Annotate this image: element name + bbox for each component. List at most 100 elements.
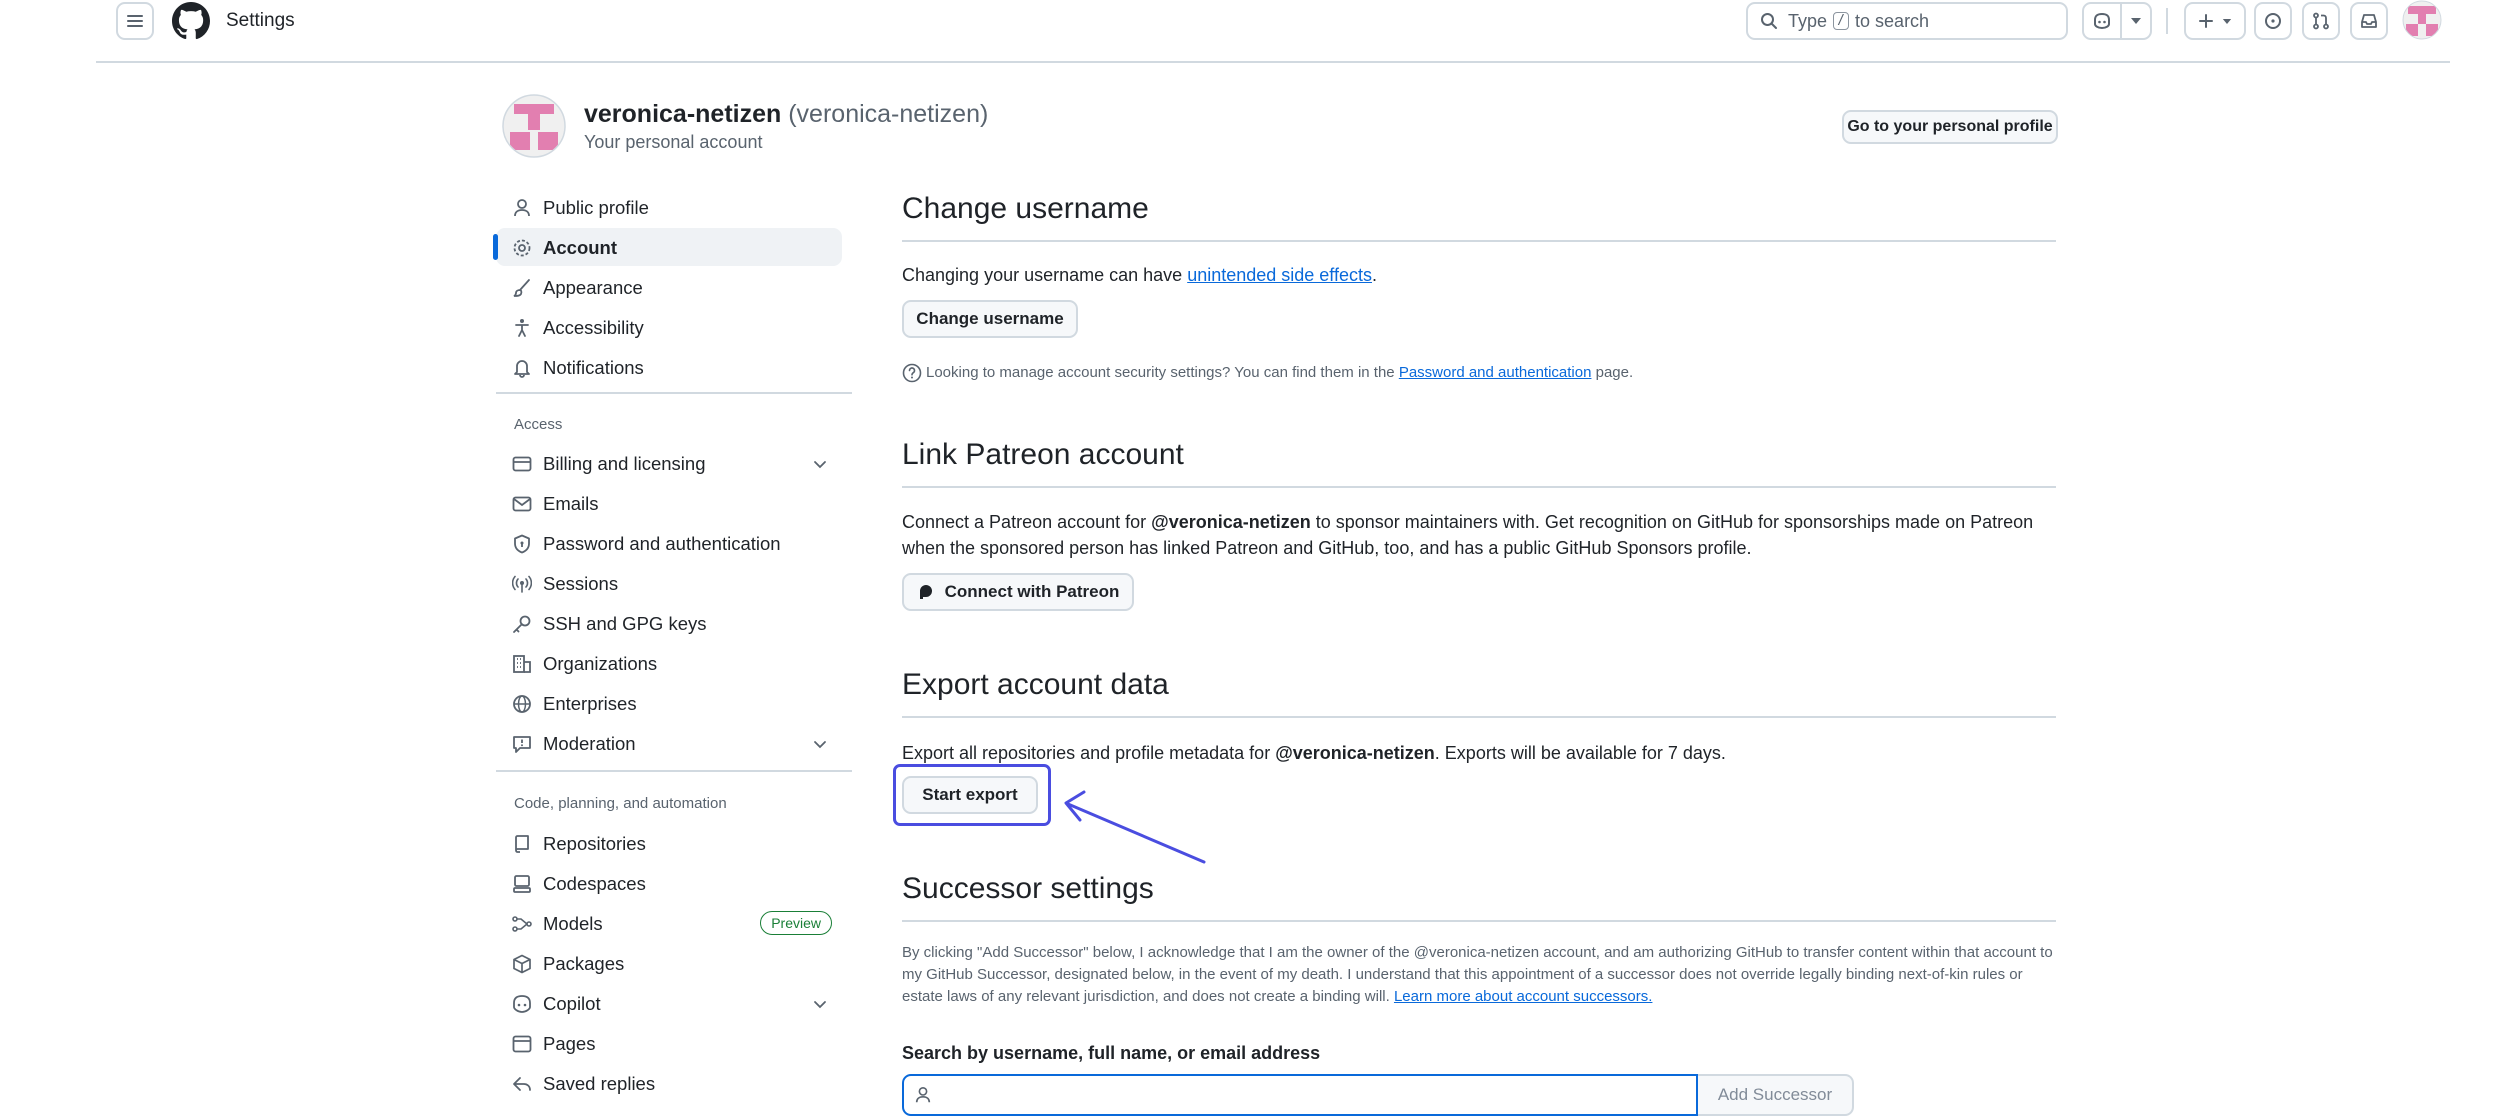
issues-button[interactable] — [2254, 2, 2292, 40]
annotation-highlight-box — [893, 764, 1051, 826]
sidebar-item-password-auth[interactable]: Password and authentication — [496, 524, 842, 562]
header-divider — [2166, 8, 2168, 34]
search-input[interactable]: Type / to search — [1746, 2, 2068, 40]
profile-subtitle: Your personal account — [584, 132, 763, 152]
sidebar-item-public-profile[interactable]: Public profile — [496, 188, 842, 226]
patreon-icon — [919, 585, 932, 599]
triangle-down-icon — [2131, 18, 2141, 24]
security-note: Looking to manage account security setti… — [902, 360, 1633, 386]
sidebar-item-label: Codespaces — [543, 873, 646, 894]
organization-icon — [513, 655, 531, 673]
copilot-button[interactable] — [2082, 2, 2122, 40]
export-handle: @veronica-netizen — [1275, 743, 1435, 763]
chevron-down-icon[interactable] — [812, 456, 828, 472]
git-pull-request-icon — [2313, 12, 2329, 30]
sidebar-item-appearance[interactable]: Appearance — [496, 268, 842, 306]
globe-icon — [513, 695, 531, 713]
github-logo-icon[interactable] — [172, 2, 210, 40]
learn-more-successors-link[interactable]: Learn more about account successors. — [1394, 988, 1652, 1005]
inbox-button[interactable] — [2350, 2, 2388, 40]
section-title-patreon: Link Patreon account — [902, 438, 1184, 471]
sidebar-item-account[interactable]: Account — [493, 228, 842, 266]
hamburger-icon — [127, 15, 143, 27]
patreon-text: Connect a Patreon account for — [902, 512, 1152, 532]
shield-lock-icon — [514, 534, 530, 554]
section-title-change-username: Change username — [902, 192, 1149, 225]
username-text: Changing your username can have — [902, 265, 1188, 285]
profile-username: veronica-netizen — [584, 100, 782, 128]
sidebar-item-models[interactable]: Models Preview — [496, 904, 842, 942]
sidebar-item-pages[interactable]: Pages — [496, 1024, 842, 1062]
sidebar-item-notifications[interactable]: Notifications — [496, 348, 842, 386]
search-shortcut-key: / — [1833, 12, 1850, 30]
reply-icon — [513, 1077, 531, 1091]
search-placeholder-prefix: Type — [1788, 10, 1828, 31]
sidebar-heading-access: Access — [514, 416, 563, 433]
patreon-description: Connect a Patreon account for @veronica-… — [902, 509, 2056, 561]
profile-avatar — [502, 94, 566, 158]
top-header: Settings Type / to search — [96, 0, 2450, 63]
sidebar-divider — [496, 770, 852, 772]
section-divider — [902, 920, 2056, 922]
sidebar-divider — [496, 392, 852, 394]
sidebar-item-emails[interactable]: Emails — [496, 484, 842, 522]
chevron-down-icon[interactable] — [812, 736, 828, 752]
section-title-export: Export account data — [902, 668, 1169, 701]
side-effects-link[interactable]: unintended side effects — [1187, 265, 1372, 285]
user-avatar[interactable] — [2402, 0, 2442, 40]
sidebar-item-label: Moderation — [543, 733, 636, 754]
sidebar-item-accessibility[interactable]: Accessibility — [496, 308, 842, 346]
question-icon — [902, 363, 922, 383]
sidebar-item-organizations[interactable]: Organizations — [496, 644, 842, 682]
password-auth-link[interactable]: Password and authentication — [1399, 360, 1592, 386]
person-icon — [514, 199, 530, 217]
sidebar-item-packages[interactable]: Packages — [496, 944, 842, 982]
header-title[interactable]: Settings — [226, 10, 295, 32]
sidebar-item-label: Organizations — [543, 653, 658, 674]
sidebar-item-label: Sessions — [543, 573, 619, 594]
preview-badge: Preview — [760, 911, 832, 935]
sidebar-item-label: Billing and licensing — [543, 453, 706, 474]
sidebar-item-saved-replies[interactable]: Saved replies — [496, 1064, 842, 1102]
sidebar-item-ssh-gpg[interactable]: SSH and GPG keys — [496, 604, 842, 642]
menu-button[interactable] — [116, 2, 154, 40]
create-new-button[interactable] — [2184, 2, 2246, 40]
username-text-end: . — [1372, 265, 1378, 285]
profile-login: (veronica-netizen) — [788, 100, 989, 128]
sidebar-item-copilot[interactable]: Copilot — [496, 984, 842, 1022]
patreon-handle: @veronica-netizen — [1151, 512, 1311, 532]
section-divider — [902, 240, 2056, 242]
annotation-arrow — [1064, 790, 1206, 864]
sidebar-item-moderation[interactable]: Moderation — [496, 724, 842, 762]
chevron-down-icon[interactable] — [812, 996, 828, 1012]
sidebar-item-label: Repositories — [543, 833, 646, 854]
connect-patreon-button[interactable]: Connect with Patreon — [902, 573, 1134, 611]
export-description: Export all repositories and profile meta… — [902, 740, 1726, 766]
successor-search-label: Search by username, full name, or email … — [902, 1043, 1321, 1063]
sidebar-item-billing[interactable]: Billing and licensing — [496, 444, 842, 482]
security-note-end: page. — [1591, 364, 1634, 381]
section-title-successor: Successor settings — [902, 872, 1154, 905]
copilot-menu-button[interactable] — [2120, 2, 2152, 40]
username-description: Changing your username can have unintend… — [902, 262, 1377, 288]
sidebar-item-label: Enterprises — [543, 693, 637, 714]
pull-requests-button[interactable] — [2302, 2, 2340, 40]
sidebar-item-sessions[interactable]: Sessions — [496, 564, 842, 602]
change-username-button[interactable]: Change username — [902, 300, 1078, 338]
sidebar-item-label: Packages — [543, 953, 625, 974]
connect-patreon-label: Connect with Patreon — [944, 582, 1120, 601]
credit-card-icon — [512, 456, 532, 472]
sidebar-item-codespaces[interactable]: Codespaces — [496, 864, 842, 902]
copilot-icon — [2094, 12, 2110, 30]
report-icon — [513, 736, 531, 753]
copilot-icon — [513, 995, 531, 1013]
go-to-profile-button[interactable]: Go to your personal profile — [1842, 110, 2058, 144]
add-successor-button[interactable]: Add Successor — [1698, 1074, 1854, 1116]
sidebar-item-repositories[interactable]: Repositories — [496, 824, 842, 862]
sidebar-item-enterprises[interactable]: Enterprises — [496, 684, 842, 722]
issue-opened-icon — [2265, 13, 2281, 29]
profile-name: veronica-netizen (veronica-netizen) — [584, 100, 988, 129]
repo-icon — [515, 835, 529, 853]
sidebar-item-label: Saved replies — [543, 1073, 656, 1094]
successor-search-input[interactable] — [902, 1074, 1698, 1116]
